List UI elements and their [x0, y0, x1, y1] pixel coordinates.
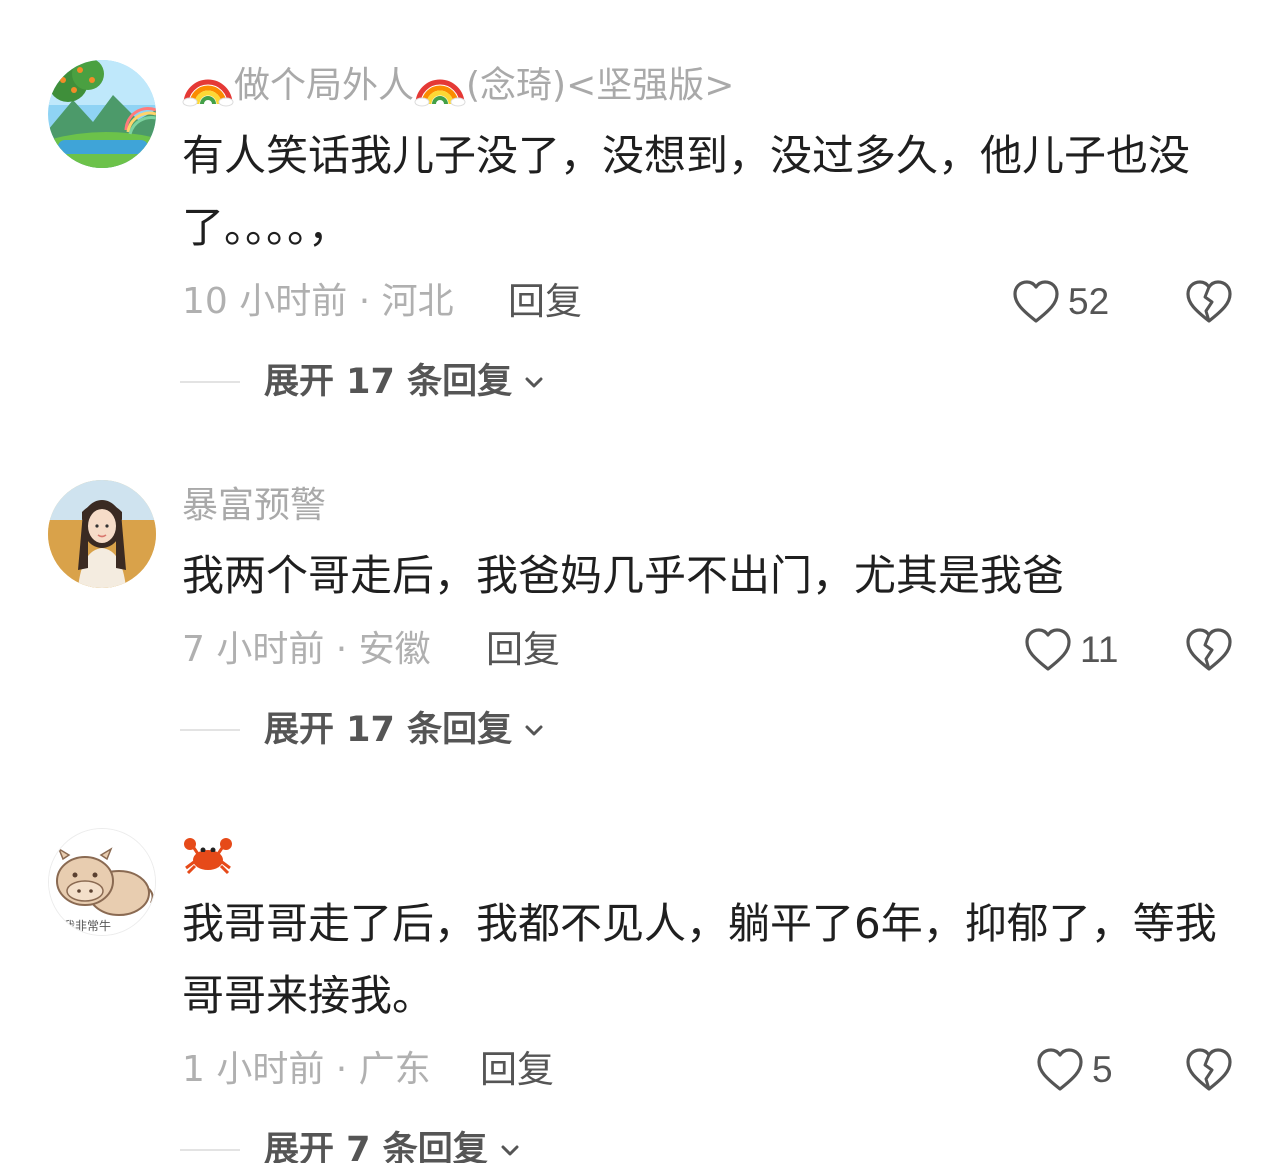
expand-replies-label: 展开 7 条回复	[264, 1130, 488, 1163]
broken-heart-icon	[1186, 628, 1232, 671]
broken-heart-icon	[1186, 1048, 1232, 1091]
expand-replies[interactable]: 展开 17 条回复	[180, 708, 546, 752]
rainbow-icon	[182, 64, 234, 108]
reply-button[interactable]: 回复	[508, 280, 582, 324]
username[interactable]	[182, 832, 234, 876]
expand-replies[interactable]: 展开 7 条回复	[180, 1128, 522, 1163]
divider-line	[180, 729, 240, 731]
divider-line	[180, 381, 240, 383]
like-count: 52	[1068, 281, 1110, 322]
chevron-down-icon	[522, 718, 546, 742]
dislike-button[interactable]	[1185, 278, 1233, 326]
user-avatar[interactable]	[48, 60, 156, 168]
chevron-down-icon	[498, 1138, 522, 1162]
user-avatar[interactable]	[48, 480, 156, 588]
chevron-down-icon	[522, 370, 546, 394]
expand-replies[interactable]: 展开 17 条回复	[180, 360, 546, 404]
username[interactable]: 做个局外人 (念琦)<坚强版>	[182, 64, 734, 108]
heart-icon	[1013, 280, 1059, 323]
like-count: 5	[1092, 1049, 1113, 1090]
avatar-caption: 我非常牛	[63, 919, 112, 933]
comment-meta: 7 小时前 · 安徽	[182, 629, 431, 670]
username[interactable]: 暴富预警	[182, 484, 326, 528]
heart-icon	[1025, 628, 1071, 671]
username-text: 做个局外人	[234, 65, 415, 106]
comment-text: 有人笑话我儿子没了，没想到，没过多久，他儿子也没了。。。。，	[182, 131, 1191, 252]
user-avatar[interactable]: 我非常牛	[48, 828, 156, 936]
landscape-avatar-image	[48, 60, 156, 168]
comment-meta: 1 小时前 · 广东	[182, 1049, 431, 1090]
like-count: 11	[1080, 629, 1119, 670]
comment-text: 我哥哥走了后，我都不见人，躺平了6年，抑郁了，等我哥哥来接我。	[182, 899, 1217, 1020]
dislike-button[interactable]	[1185, 1046, 1233, 1094]
divider-line	[180, 1149, 240, 1151]
expand-replies-label: 展开 17 条回复	[264, 710, 513, 750]
reply-button[interactable]: 回复	[480, 1048, 554, 1092]
heart-icon	[1037, 1048, 1083, 1091]
broken-heart-icon	[1186, 280, 1232, 323]
comment-text: 我两个哥走后，我爸妈几乎不出门，尤其是我爸	[182, 551, 1065, 600]
portrait-girl-avatar-image	[48, 480, 156, 588]
username-suffix: (念琦)<坚强版>	[466, 65, 735, 106]
like-button[interactable]: 11	[1024, 626, 1118, 674]
comment-meta: 10 小时前 · 河北	[182, 281, 454, 322]
crab-icon	[182, 832, 234, 876]
like-button[interactable]: 52	[1012, 278, 1109, 326]
rainbow-icon	[414, 64, 466, 108]
like-button[interactable]: 5	[1036, 1046, 1113, 1094]
expand-replies-label: 展开 17 条回复	[264, 362, 513, 402]
reply-button[interactable]: 回复	[486, 628, 560, 672]
dislike-button[interactable]	[1185, 626, 1233, 674]
